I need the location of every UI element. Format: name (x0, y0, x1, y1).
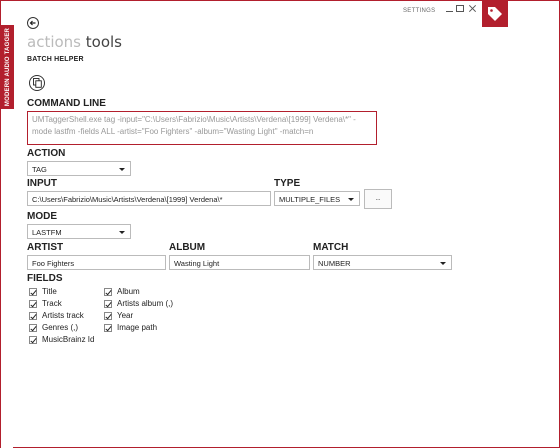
section-title: BATCH HELPER (27, 56, 84, 63)
brand-tag-logo (482, 1, 508, 27)
checkbox-checked-icon (29, 288, 37, 296)
command-line-label: COMMAND LINE (27, 98, 106, 109)
chevron-down-icon (348, 198, 354, 201)
mode-select[interactable]: LASTFM (27, 224, 131, 239)
chevron-down-icon (440, 262, 446, 265)
chevron-down-icon (119, 168, 125, 171)
artist-field[interactable]: Foo Fighters (27, 255, 166, 270)
match-select-value: NUMBER (318, 259, 351, 268)
settings-link[interactable]: SETTINGS (403, 8, 435, 14)
match-select[interactable]: NUMBER (313, 255, 452, 270)
chevron-down-icon (119, 231, 125, 234)
close-button[interactable] (468, 3, 480, 15)
field-checkbox-label: Artists album (,) (117, 299, 174, 308)
command-line-field[interactable]: UMTaggerShell.exe tag -input="C:\Users\F… (27, 111, 377, 145)
field-checkbox-label: Year (117, 311, 134, 320)
field-checkbox-label: Title (42, 287, 57, 296)
type-label: TYPE (274, 178, 301, 189)
minimize-button[interactable] (444, 3, 456, 15)
type-select[interactable]: MULTIPLE_FILES (274, 191, 360, 206)
checkbox-checked-icon (29, 324, 37, 332)
tag-icon (488, 7, 502, 21)
back-button[interactable] (27, 17, 39, 29)
input-label: INPUT (27, 178, 57, 189)
checkbox-checked-icon (104, 288, 112, 296)
checkbox-checked-icon (29, 312, 37, 320)
field-checkbox-label: MusicBrainz Id (42, 335, 95, 344)
field-checkbox-label: Album (117, 287, 140, 296)
browse-button[interactable]: .. (364, 189, 392, 209)
album-field[interactable]: Wasting Light (169, 255, 310, 270)
field-checkbox-label: Image path (117, 323, 158, 332)
field-checkbox-label: Track (42, 299, 62, 308)
field-checkbox-label: Artists track (42, 311, 84, 320)
sidebar-strip: MODERN AUDIO TAGGER (1, 1, 14, 448)
app-window: MODERN AUDIO TAGGER SETTINGS actions too… (0, 0, 560, 448)
copy-button[interactable] (29, 75, 45, 91)
copy-icon (33, 78, 42, 88)
type-select-value: MULTIPLE_FILES (279, 195, 341, 204)
mode-label: MODE (27, 211, 57, 222)
maximize-button[interactable] (456, 5, 464, 12)
breadcrumb-tools: tools (85, 33, 122, 51)
checkbox-checked-icon (29, 300, 37, 308)
artist-label: ARTIST (27, 242, 64, 253)
input-path-field[interactable]: C:\Users\Fabrizio\Music\Artists\Verdena\… (27, 191, 271, 206)
breadcrumb-actions[interactable]: actions (27, 33, 81, 51)
checkbox-checked-icon (104, 300, 112, 308)
arrow-left-icon (29, 20, 36, 26)
match-label: MATCH (313, 242, 349, 253)
checkbox-checked-icon (29, 336, 37, 344)
app-side-label-text: MODERN AUDIO TAGGER (4, 27, 11, 107)
action-select[interactable]: TAG (27, 161, 131, 176)
checkbox-checked-icon (104, 312, 112, 320)
checkbox-checked-icon (104, 324, 112, 332)
fields-label: FIELDS (27, 273, 63, 284)
action-label: ACTION (27, 148, 66, 159)
app-side-label: MODERN AUDIO TAGGER (1, 25, 14, 109)
page-heading: actions tools (27, 33, 122, 51)
action-select-value: TAG (32, 165, 47, 174)
mode-select-value: LASTFM (32, 228, 62, 237)
album-label: ALBUM (169, 242, 206, 253)
field-checkbox-label: Genres (,) (42, 323, 79, 332)
